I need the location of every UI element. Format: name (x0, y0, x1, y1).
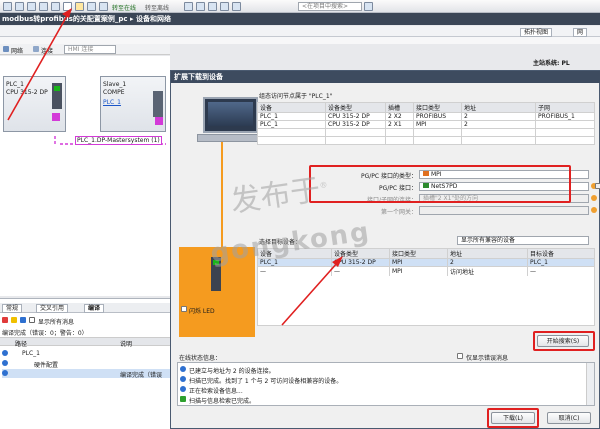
watermark-reg: ® (318, 180, 329, 191)
arrow-head (62, 8, 72, 18)
arrow-to-download-icon (7, 13, 69, 121)
arrow-head (332, 256, 343, 267)
arrow-to-target-row (281, 261, 339, 326)
annotation-arrows (7, 8, 343, 326)
